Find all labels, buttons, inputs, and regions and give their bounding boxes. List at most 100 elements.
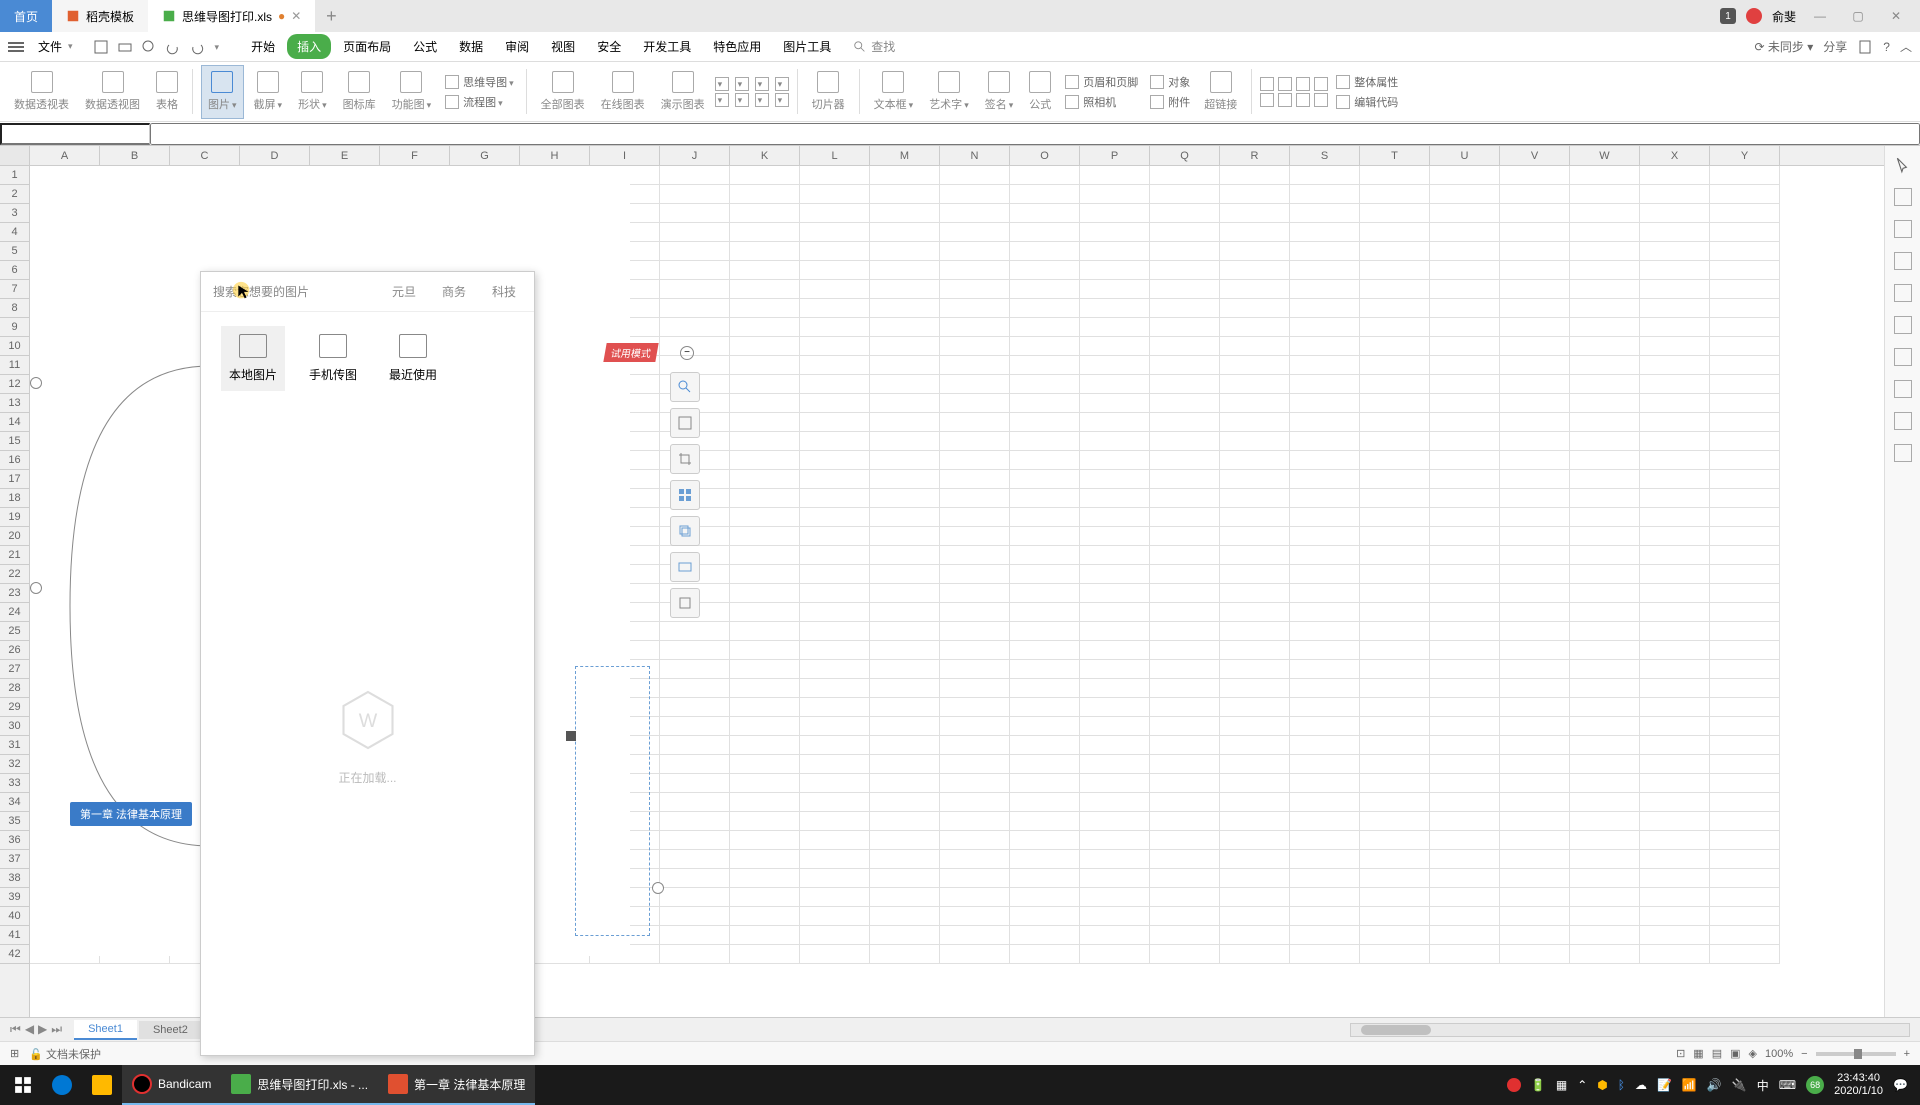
- view-custom-icon[interactable]: ◈: [1749, 1047, 1757, 1060]
- ribbon-flowchart[interactable]: 流程图: [441, 93, 518, 111]
- redo-icon[interactable]: [189, 39, 205, 55]
- zoom-out-button[interactable]: −: [1801, 1048, 1807, 1060]
- row-header[interactable]: 40: [0, 907, 29, 926]
- chart-line-icon[interactable]: [735, 77, 749, 91]
- ribbon-picture[interactable]: 图片: [201, 65, 244, 119]
- tray-shield-icon[interactable]: ⬢: [1597, 1078, 1607, 1092]
- row-header[interactable]: 5: [0, 242, 29, 261]
- chart-combo-icon[interactable]: [775, 93, 789, 107]
- row-header[interactable]: 18: [0, 489, 29, 508]
- col-header[interactable]: W: [1570, 146, 1640, 165]
- drag-handle[interactable]: [566, 731, 576, 741]
- row-header[interactable]: 1: [0, 166, 29, 185]
- tag-yuandan[interactable]: 元旦: [386, 281, 422, 302]
- ribbon-wordart[interactable]: 艺术字: [923, 65, 975, 119]
- tray-record-icon[interactable]: [1507, 1078, 1521, 1092]
- tray-chevron-icon[interactable]: ⌃: [1577, 1078, 1587, 1092]
- tab-template[interactable]: 稻壳模板: [52, 0, 148, 32]
- selection-handle[interactable]: [30, 582, 42, 594]
- task-edge[interactable]: [42, 1065, 82, 1105]
- chart-pie-icon[interactable]: [755, 77, 769, 91]
- col-header[interactable]: V: [1500, 146, 1570, 165]
- zoom-level[interactable]: 100%: [1765, 1048, 1793, 1060]
- col-header[interactable]: K: [730, 146, 800, 165]
- menu-tab-review[interactable]: 审阅: [495, 34, 539, 59]
- menu-tab-dev[interactable]: 开发工具: [633, 34, 701, 59]
- row-header[interactable]: 26: [0, 641, 29, 660]
- view-normal-icon[interactable]: ⊡: [1676, 1047, 1685, 1060]
- row-header[interactable]: 2: [0, 185, 29, 204]
- ribbon-onlinechart[interactable]: 在线图表: [595, 65, 651, 119]
- start-button[interactable]: [4, 1065, 42, 1105]
- ribbon-object[interactable]: 对象: [1146, 73, 1194, 91]
- selection-handle[interactable]: [652, 882, 664, 894]
- ribbon-textbox[interactable]: 文本框: [868, 65, 920, 119]
- ribbon-funcchart[interactable]: 功能图: [386, 65, 438, 119]
- sidebar-settings-icon[interactable]: [1894, 444, 1912, 462]
- tray-power-icon[interactable]: 🔌: [1732, 1078, 1747, 1092]
- row-header[interactable]: 30: [0, 717, 29, 736]
- col-header[interactable]: Y: [1710, 146, 1780, 165]
- sheet-nav-prev[interactable]: ◀: [25, 1022, 34, 1037]
- tray-ime-icon[interactable]: 中: [1757, 1077, 1769, 1094]
- menu-tab-formula[interactable]: 公式: [403, 34, 447, 59]
- tray-volume-icon[interactable]: 🔊: [1707, 1078, 1722, 1092]
- ribbon-allcharts[interactable]: 全部图表: [535, 65, 591, 119]
- row-header[interactable]: 25: [0, 622, 29, 641]
- tray-note-icon[interactable]: 📝: [1657, 1078, 1672, 1092]
- tray-battery-icon[interactable]: 🔋: [1531, 1078, 1546, 1092]
- ribbon-formula[interactable]: 公式: [1023, 65, 1057, 119]
- row-header[interactable]: 16: [0, 451, 29, 470]
- row-header[interactable]: 28: [0, 679, 29, 698]
- ribbon-shapes[interactable]: 形状: [292, 65, 333, 119]
- col-header[interactable]: R: [1220, 146, 1290, 165]
- ribbon-iconlib[interactable]: 图标库: [337, 65, 382, 119]
- crop-tool-icon[interactable]: [670, 444, 700, 474]
- sidebar-filter-icon[interactable]: [1894, 284, 1912, 302]
- ribbon-pivot-chart[interactable]: 数据透视图: [79, 65, 146, 119]
- chart-area-icon[interactable]: [775, 77, 789, 91]
- sync-status[interactable]: ⟳ 未同步 ▾: [1755, 38, 1814, 55]
- menu-tab-security[interactable]: 安全: [587, 34, 631, 59]
- col-header[interactable]: T: [1360, 146, 1430, 165]
- select-all-corner[interactable]: [0, 146, 29, 166]
- col-header[interactable]: A: [30, 146, 100, 165]
- settings-tool-icon[interactable]: [670, 588, 700, 618]
- row-header[interactable]: 33: [0, 774, 29, 793]
- chart-radar-icon[interactable]: [755, 93, 769, 107]
- row-header[interactable]: 15: [0, 432, 29, 451]
- row-header[interactable]: 17: [0, 470, 29, 489]
- col-header[interactable]: H: [520, 146, 590, 165]
- col-header[interactable]: P: [1080, 146, 1150, 165]
- col-header[interactable]: U: [1430, 146, 1500, 165]
- sidebar-style-icon[interactable]: [1894, 188, 1912, 206]
- col-header[interactable]: L: [800, 146, 870, 165]
- row-header[interactable]: 13: [0, 394, 29, 413]
- cursor-icon[interactable]: [1894, 156, 1912, 174]
- tag-tech[interactable]: 科技: [486, 281, 522, 302]
- undo-icon[interactable]: [165, 39, 181, 55]
- menu-tab-start[interactable]: 开始: [241, 34, 285, 59]
- print-icon[interactable]: [117, 39, 133, 55]
- row-header[interactable]: 12: [0, 375, 29, 394]
- ribbon-camera[interactable]: 照相机: [1061, 93, 1142, 111]
- collapse-toolbar-button[interactable]: −: [680, 346, 694, 360]
- row-header[interactable]: 34: [0, 793, 29, 812]
- selection-handle[interactable]: [30, 377, 42, 389]
- tray-cloud-icon[interactable]: ☁: [1635, 1078, 1647, 1092]
- row-header[interactable]: 21: [0, 546, 29, 565]
- option-local-image[interactable]: 本地图片: [221, 326, 285, 391]
- view-break-icon[interactable]: ▤: [1712, 1047, 1722, 1060]
- menu-tab-picture-tools[interactable]: 图片工具: [773, 34, 841, 59]
- tray-app-icon[interactable]: ▦: [1556, 1078, 1567, 1092]
- tray-wifi-icon[interactable]: 📶: [1682, 1078, 1697, 1092]
- option-recent[interactable]: 最近使用: [381, 326, 445, 391]
- row-header[interactable]: 20: [0, 527, 29, 546]
- col-header[interactable]: J: [660, 146, 730, 165]
- menu-tab-insert[interactable]: 插入: [287, 34, 331, 59]
- grid-tool-icon[interactable]: [670, 480, 700, 510]
- fit-tool-icon[interactable]: [670, 408, 700, 438]
- tray-notifications-icon[interactable]: 💬: [1893, 1078, 1908, 1092]
- close-button[interactable]: ✕: [1882, 6, 1910, 26]
- sheet-tab-1[interactable]: Sheet1: [74, 1020, 137, 1040]
